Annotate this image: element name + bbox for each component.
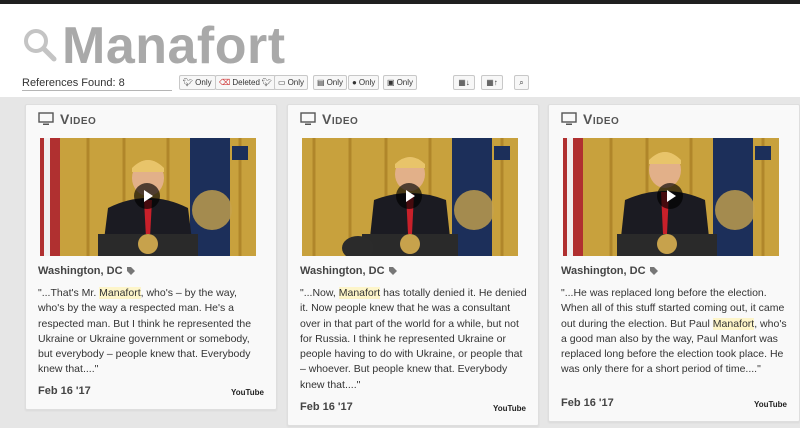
search-icon[interactable]: [22, 27, 58, 63]
filter-label: Only: [287, 78, 305, 87]
location-text: Washington, DC: [300, 265, 385, 277]
quote-highlight: Manafort: [99, 287, 141, 299]
card-type-label: Video: [60, 111, 97, 127]
document-icon: ▤: [317, 78, 325, 87]
quote-text: "...Now,: [300, 287, 339, 299]
filter-video-only-button[interactable]: ▭ Only: [274, 75, 309, 90]
card-date: Feb 16 '17: [38, 385, 91, 397]
card-source[interactable]: YouTube: [754, 400, 787, 409]
tag-icon: [126, 267, 135, 275]
card-source[interactable]: YouTube: [231, 388, 264, 397]
result-card: Video Washington, DC "...Now, Manafort h…: [287, 104, 539, 426]
sort-date-asc-button[interactable]: ▦↑: [481, 75, 503, 90]
tag-icon: [649, 267, 658, 275]
filter-label: Only: [195, 78, 212, 87]
filter-label: Only: [358, 78, 376, 87]
video-thumbnail[interactable]: [40, 138, 256, 256]
location-text: Washington, DC: [38, 265, 123, 277]
card-location: Washington, DC: [38, 265, 135, 277]
quote-text: , who's – by the way, who's by the way a…: [38, 287, 252, 376]
video-thumbnail[interactable]: [302, 138, 518, 256]
filter-document-only-button[interactable]: ▤ Only: [313, 75, 348, 90]
result-card: Video Washington, DC "...That's Mr. Mana…: [25, 104, 277, 410]
card-quote: "...That's Mr. Manafort, who's – by the …: [38, 286, 266, 378]
quote-highlight: Manafort: [712, 317, 755, 330]
caption-icon: ▣: [387, 78, 395, 87]
card-source[interactable]: YouTube: [493, 404, 526, 413]
play-button[interactable]: [657, 183, 683, 209]
card-date: Feb 16 '17: [300, 401, 353, 413]
user-icon: ●: [352, 78, 357, 87]
monitor-icon: [561, 112, 577, 125]
filter-toolbar: References Found: 8 🐦︎ Only ⌫ Deleted 🐦︎…: [0, 74, 800, 94]
monitor-icon: [38, 112, 54, 125]
card-header: Video: [561, 111, 619, 127]
tag-icon: [388, 267, 397, 275]
filter-deleted-tweets-button[interactable]: ⌫ Deleted 🐦︎: [215, 75, 277, 90]
card-date: Feb 16 '17: [561, 397, 614, 409]
play-button[interactable]: [134, 183, 160, 209]
result-card: Video Washington, DC "...He was replaced…: [548, 104, 800, 422]
video-thumbnail[interactable]: [563, 138, 779, 256]
filter-label: Only: [396, 78, 414, 87]
filter-label: Only: [326, 78, 344, 87]
twitter-icon: 🐦︎: [261, 78, 273, 87]
monitor-icon: [300, 112, 316, 125]
quote-highlight: Manafort: [338, 287, 381, 299]
sort-date-asc-icon: ▦↑: [486, 78, 498, 87]
monitor-icon: ▭: [278, 78, 286, 87]
sort-date-desc-icon: ▦↓: [458, 78, 470, 87]
toolbar-search-button[interactable]: ⌕: [514, 75, 529, 90]
card-type-label: Video: [583, 111, 620, 127]
twitter-icon: 🐦︎: [183, 78, 194, 87]
card-location: Washington, DC: [561, 265, 658, 277]
card-quote: "...Now, Manafort has totally denied it.…: [300, 286, 528, 393]
card-quote: "...He was replaced long before the elec…: [561, 286, 789, 378]
sort-date-desc-button[interactable]: ▦↓: [453, 75, 475, 90]
quote-text: has totally denied it. He denied it. Now…: [300, 287, 527, 391]
card-location: Washington, DC: [300, 265, 397, 277]
filter-label: Deleted: [232, 78, 260, 87]
search-term-title: Manafort: [62, 17, 286, 75]
quote-text: "...That's Mr.: [38, 287, 100, 299]
location-text: Washington, DC: [561, 265, 646, 277]
filter-twitter-only-button[interactable]: 🐦︎ Only: [179, 75, 216, 90]
card-header: Video: [38, 111, 96, 127]
play-button[interactable]: [396, 183, 422, 209]
search-icon: ⌕: [519, 77, 524, 87]
deleted-icon: ⌫: [219, 78, 231, 87]
filter-person-only-button[interactable]: ● Only: [348, 75, 380, 90]
references-count: References Found: 8: [22, 77, 125, 89]
card-header: Video: [300, 111, 358, 127]
card-type-label: Video: [322, 111, 359, 127]
filter-caption-only-button[interactable]: ▣ Only: [383, 75, 418, 90]
